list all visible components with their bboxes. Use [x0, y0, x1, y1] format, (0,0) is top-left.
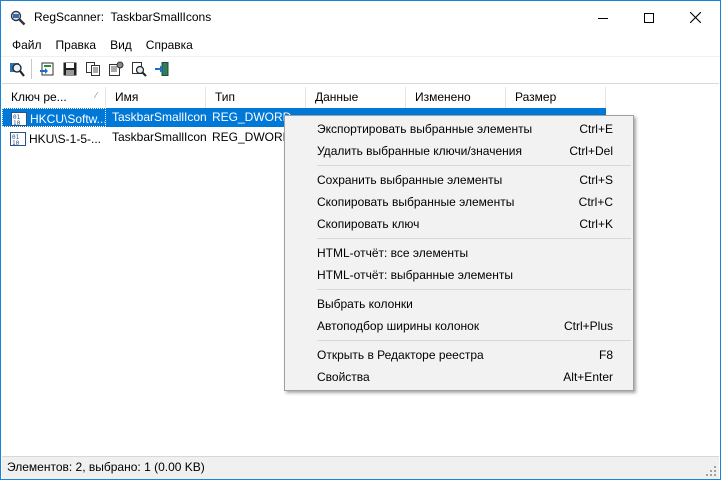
- ctx-export-selected[interactable]: Экспортировать выбранные элементы Ctrl+E: [288, 118, 630, 140]
- copy-icon: [85, 61, 100, 76]
- ctx-item-label: HTML-отчёт: все элементы: [317, 246, 469, 260]
- menu-edit[interactable]: Правка: [49, 35, 104, 55]
- regedit-icon: [131, 61, 147, 77]
- ctx-choose-columns[interactable]: Выбрать колонки: [288, 293, 630, 315]
- ctx-auto-size-columns[interactable]: Автоподбор ширины колонок Ctrl+Plus: [288, 315, 630, 337]
- row-key-cell: 01 10 HKU\S-1-5-...: [2, 128, 106, 147]
- window-title: RegScanner: TaskbarSmallIcons: [34, 10, 212, 24]
- menu-bar: Файл Правка Вид Справка: [1, 35, 720, 55]
- resize-grip-icon[interactable]: [705, 465, 717, 477]
- maximize-button[interactable]: [626, 1, 672, 34]
- row-name-cell: TaskbarSmallIcons: [106, 108, 206, 127]
- toolbar: [1, 56, 720, 80]
- ctx-html-report-selected[interactable]: HTML-отчёт: выбранные элементы: [288, 264, 630, 286]
- save-icon: [63, 62, 76, 75]
- svg-text:10: 10: [13, 120, 21, 127]
- ctx-item-label: Экспортировать выбранные элементы: [317, 122, 533, 136]
- ctx-item-label: Открыть в Редакторе реестра: [317, 348, 484, 362]
- ctx-item-shortcut: Alt+Enter: [563, 370, 613, 384]
- close-button[interactable]: [672, 1, 718, 34]
- ctx-item-label: Сохранить выбранные элементы: [317, 173, 503, 187]
- status-bar: Элементов: 2, выбрано: 1 (0.00 KB): [2, 456, 719, 479]
- ctx-item-label: Автоподбор ширины колонок: [317, 319, 480, 333]
- ctx-item-label: Выбрать колонки: [317, 297, 413, 311]
- find-button[interactable]: [5, 58, 28, 80]
- exit-button[interactable]: [150, 58, 173, 80]
- maximize-icon: [644, 12, 654, 23]
- ctx-item-shortcut: Ctrl+K: [579, 217, 613, 231]
- status-text: Элементов: 2, выбрано: 1 (0.00 KB): [7, 460, 205, 474]
- svg-text:10: 10: [12, 140, 20, 147]
- export-button[interactable]: [35, 58, 58, 80]
- ctx-html-report-all[interactable]: HTML-отчёт: все элементы: [288, 242, 630, 264]
- save-button[interactable]: [58, 58, 81, 80]
- minimize-icon: [598, 17, 608, 19]
- menu-help[interactable]: Справка: [139, 35, 200, 55]
- minimize-button[interactable]: [580, 1, 626, 34]
- column-header-data[interactable]: Данные: [306, 87, 406, 108]
- ctx-properties[interactable]: Свойства Alt+Enter: [288, 366, 630, 388]
- ctx-copy-key[interactable]: Скопировать ключ Ctrl+K: [288, 213, 630, 235]
- ctx-item-label: Свойства: [317, 370, 370, 384]
- ctx-item-label: Скопировать выбранные элементы: [317, 195, 515, 209]
- export-icon: [39, 62, 53, 75]
- menu-file[interactable]: Файл: [1, 35, 49, 55]
- column-header-type[interactable]: Тип: [206, 87, 306, 108]
- exit-icon: [154, 61, 168, 76]
- regedit-button[interactable]: [127, 58, 150, 80]
- properties-button[interactable]: [104, 58, 127, 80]
- close-icon: [689, 12, 701, 23]
- ctx-separator: [317, 289, 631, 290]
- ctx-item-shortcut: F8: [598, 348, 613, 362]
- ctx-item-label: HTML-отчёт: выбранные элементы: [317, 268, 513, 282]
- copy-button[interactable]: [81, 58, 104, 80]
- ctx-separator: [317, 165, 631, 166]
- ctx-item-shortcut: Ctrl+Del: [569, 144, 613, 158]
- ctx-copy-selected[interactable]: Скопировать выбранные элементы Ctrl+C: [288, 191, 630, 213]
- properties-icon: [108, 61, 123, 76]
- column-header-name[interactable]: Имя: [106, 87, 206, 108]
- ctx-item-shortcut: Ctrl+S: [579, 173, 613, 187]
- column-header-label: Ключ ре...: [11, 90, 67, 104]
- column-header-modified[interactable]: Изменено: [406, 87, 506, 108]
- row-key-text: HKU\S-1-5-...: [29, 131, 102, 146]
- ctx-item-shortcut: Ctrl+Plus: [563, 319, 613, 333]
- context-menu: Экспортировать выбранные элементы Ctrl+E…: [284, 115, 634, 391]
- ctx-item-shortcut: Ctrl+C: [578, 195, 613, 209]
- list-header: Ключ ре... ⁄ Имя Тип Данные Изменено Раз…: [2, 87, 719, 108]
- sort-arrow-icon: ⁄: [95, 91, 97, 100]
- registry-value-icon: 01 10: [11, 111, 27, 127]
- registry-value-icon: 01 10: [10, 131, 26, 147]
- row-key-text: HKCU\Softw...: [30, 111, 106, 126]
- toolbar-separator: [31, 58, 32, 79]
- ctx-item-shortcut: Ctrl+E: [579, 122, 613, 136]
- find-icon: [9, 62, 25, 77]
- ctx-item-label: Скопировать ключ: [317, 217, 420, 231]
- ctx-save-selected[interactable]: Сохранить выбранные элементы Ctrl+S: [288, 169, 630, 191]
- regscanner-app-icon: [10, 10, 26, 26]
- ctx-separator: [317, 238, 631, 239]
- column-header-key[interactable]: Ключ ре... ⁄: [2, 87, 106, 108]
- ctx-open-in-regedit[interactable]: Открыть в Редакторе реестра F8: [288, 344, 630, 366]
- ctx-separator: [317, 340, 631, 341]
- ctx-item-label: Удалить выбранные ключи/значения: [317, 144, 522, 158]
- row-name-cell: TaskbarSmallIcons: [112, 130, 206, 144]
- menu-view[interactable]: Вид: [103, 35, 139, 55]
- column-header-size[interactable]: Размер: [506, 87, 606, 108]
- ctx-delete-selected[interactable]: Удалить выбранные ключи/значения Ctrl+De…: [288, 140, 630, 162]
- title-bar[interactable]: RegScanner: TaskbarSmallIcons: [1, 1, 720, 34]
- row-key-cell: 01 10 HKCU\Softw...: [2, 108, 106, 127]
